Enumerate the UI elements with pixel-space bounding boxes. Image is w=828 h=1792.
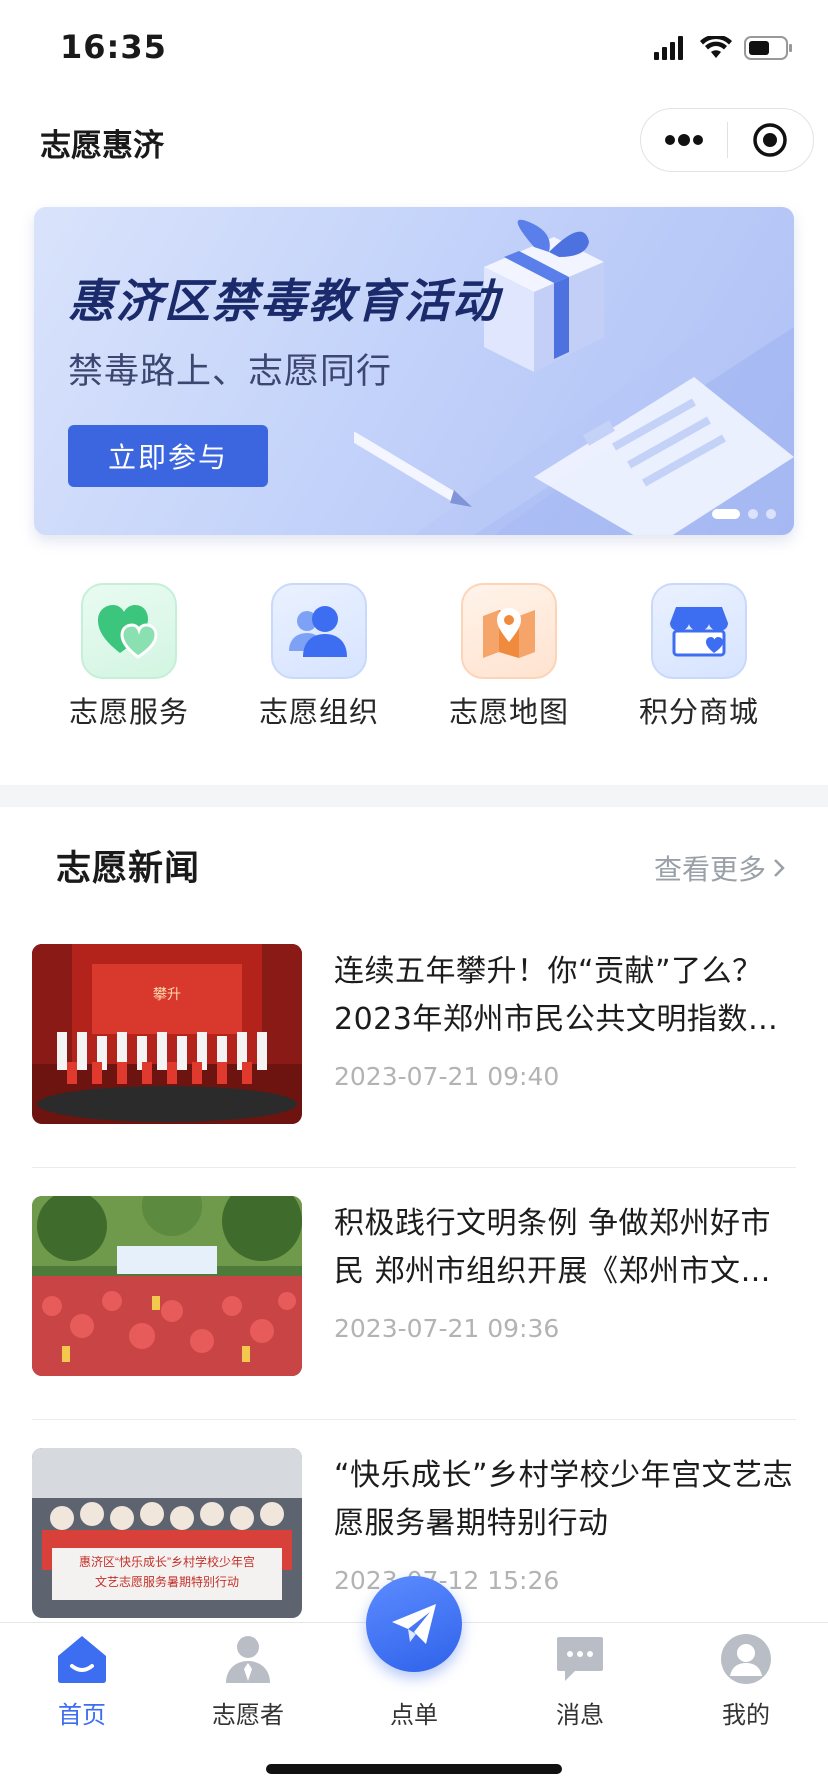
tab-volunteer[interactable]: 志愿者 <box>178 1631 318 1730</box>
heart-icon <box>81 583 177 679</box>
tab-home[interactable]: 首页 <box>12 1631 152 1730</box>
store-icon <box>651 583 747 679</box>
message-icon <box>552 1631 608 1687</box>
wifi-icon <box>700 36 732 58</box>
carousel-dot[interactable] <box>712 509 740 519</box>
news-header: 志愿新闻 查看更多 <box>0 830 828 900</box>
grid-item-volunteer-map[interactable]: 志愿地图 <box>414 583 604 731</box>
status-time: 16:35 <box>60 28 167 66</box>
section-separator <box>0 785 828 807</box>
grid-label: 志愿地图 <box>448 695 569 729</box>
mini-program-capsule <box>640 108 814 172</box>
profile-icon <box>718 1631 774 1687</box>
svg-text:攀升: 攀升 <box>153 986 181 1002</box>
function-grid: 志愿服务 志愿组织 志愿地图 积分商城 <box>0 583 828 733</box>
view-more-link[interactable]: 查看更多 <box>654 848 786 888</box>
order-fab-button[interactable] <box>366 1576 462 1672</box>
banner-title: 惠济区禁毒教育活动 <box>68 274 500 328</box>
carousel-dot[interactable] <box>766 509 776 519</box>
news-text: “快乐成长”乡村学校少年宫文艺志愿服务暑期特别行动 2023-07-12 15:… <box>334 1452 796 1595</box>
more-icon <box>664 134 703 146</box>
banner-illustration <box>354 219 794 535</box>
status-icons <box>654 36 794 60</box>
home-icon <box>54 1631 110 1687</box>
news-text: 积极践行文明条例 争做郑州好市民 郑州市组织开展《郑州市文明行为促进条例》宣传活… <box>334 1200 796 1343</box>
page-title: 志愿惠济 <box>40 128 164 164</box>
close-mini-program-button[interactable] <box>728 109 814 171</box>
grid-item-volunteer-organization[interactable]: 志愿组织 <box>224 583 414 731</box>
battery-icon <box>744 36 792 60</box>
banner-carousel[interactable]: 惠济区禁毒教育活动 禁毒路上、志愿同行 立即参与 <box>34 207 794 535</box>
nav-bar: 志愿惠济 <box>0 100 828 178</box>
join-now-button[interactable]: 立即参与 <box>68 425 268 487</box>
news-section-title: 志愿新闻 <box>56 849 201 889</box>
tab-label: 消息 <box>556 1701 604 1729</box>
home-indicator <box>266 1764 562 1774</box>
carousel-dot[interactable] <box>748 509 758 519</box>
carousel-indicator <box>712 509 776 519</box>
svg-text:惠济区“快乐成长”乡村学校少年宫: 惠济区“快乐成长”乡村学校少年宫 <box>79 1554 255 1569</box>
grid-item-volunteer-service[interactable]: 志愿服务 <box>34 583 224 731</box>
news-text: 连续五年攀升！你“贡献”了么？2023年郑州市民公共文明指数测评结果出炉 202… <box>334 948 796 1091</box>
news-thumbnail <box>32 1196 302 1376</box>
chevron-right-icon <box>774 859 785 877</box>
banner-subtitle: 禁毒路上、志愿同行 <box>68 352 393 392</box>
news-headline: “快乐成长”乡村学校少年宫文艺志愿服务暑期特别行动 <box>334 1458 794 1541</box>
tab-label: 首页 <box>58 1701 106 1729</box>
tab-label: 我的 <box>722 1701 770 1729</box>
tab-label: 志愿者 <box>212 1701 284 1729</box>
news-item[interactable]: 攀升 连续五年攀升！你“贡献”了么？2023年郑州市民公共文明指数测评结果出炉 … <box>32 916 796 1168</box>
news-item[interactable]: 积极践行文明条例 争做郑州好市民 郑州市组织开展《郑州市文明行为促进条例》宣传活… <box>32 1168 796 1420</box>
map-pin-icon <box>461 583 557 679</box>
news-thumbnail: 攀升 <box>32 944 302 1124</box>
tab-messages[interactable]: 消息 <box>510 1631 650 1730</box>
news-headline: 连续五年攀升！你“贡献”了么？2023年郑州市民公共文明指数测评结果出炉 <box>334 954 779 1037</box>
grid-label: 志愿服务 <box>68 695 189 729</box>
status-bar: 16:35 <box>0 0 828 100</box>
view-more-label: 查看更多 <box>653 853 766 886</box>
signal-icon <box>654 36 683 60</box>
news-date: 2023-07-21 09:36 <box>334 1314 560 1343</box>
tab-label: 点单 <box>390 1701 438 1729</box>
people-icon <box>271 583 367 679</box>
news-thumbnail: 惠济区“快乐成长”乡村学校少年宫 文艺志愿服务暑期特别行动 <box>32 1448 302 1618</box>
news-headline: 积极践行文明条例 争做郑州好市民 郑州市组织开展《郑州市文明行为促进条例》宣传活… <box>334 1206 772 1289</box>
paper-plane-icon <box>392 1604 436 1644</box>
target-icon <box>753 123 787 157</box>
volunteer-icon <box>220 1631 276 1687</box>
tab-mine[interactable]: 我的 <box>676 1631 816 1730</box>
svg-text:文艺志愿服务暑期特别行动: 文艺志愿服务暑期特别行动 <box>95 1574 239 1589</box>
grid-label: 志愿组织 <box>258 695 379 729</box>
more-button[interactable] <box>641 109 727 171</box>
grid-item-points-mall[interactable]: 积分商城 <box>604 583 794 731</box>
news-date: 2023-07-21 09:40 <box>334 1062 560 1091</box>
grid-label: 积分商城 <box>638 695 759 729</box>
